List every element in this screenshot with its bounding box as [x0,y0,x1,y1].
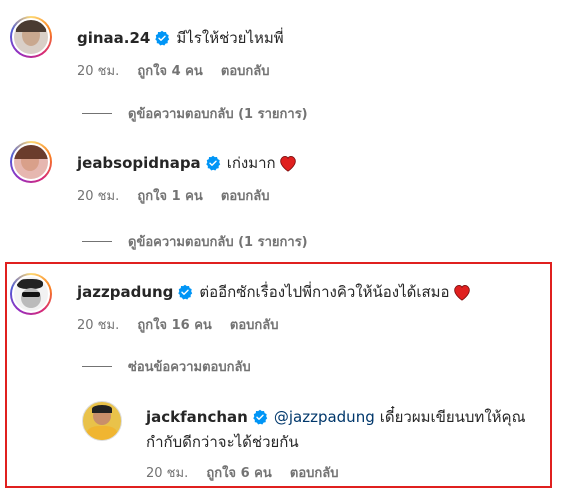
heart-icon [279,156,296,172]
mention-link[interactable]: @jazzpadung [274,408,375,426]
divider-dash [82,113,112,114]
comment-time: 20 ชม. [77,318,120,333]
divider-dash [82,366,112,367]
heart-icon [453,285,470,301]
reply-text-line2: กำกับดีกว่าจะได้ช่วยกัน [146,433,299,451]
reply-text-line1: เดี๋ยวผมเขียนบทให้คุณ [379,408,526,426]
comment-time: 20 ชม. [77,189,120,204]
reply-button[interactable]: ตอบกลับ [221,189,270,204]
hide-replies-button[interactable]: ซ่อนข้อความตอบกลับ [82,356,251,377]
comment-username[interactable]: jeabsopidnapa [77,154,201,172]
avatar[interactable] [10,273,52,315]
comment-text: ต่ออีกซักเรื่องไปพี่กางคิวให้น้องได้เสมอ [199,283,450,301]
view-replies-button[interactable]: ดูข้อความตอบกลับ (1 รายการ) [82,103,308,124]
comment-text: เก่งมาก [226,154,276,172]
comment-username[interactable]: jazzpadung [77,283,173,301]
view-replies-label: ดูข้อความตอบกลับ (1 รายการ) [128,107,308,122]
reply-button[interactable]: ตอบกลับ [230,318,279,333]
comment-username[interactable]: ginaa.24 [77,29,150,47]
likes-count[interactable]: ถูกใจ 4 คน [137,64,202,79]
reply-username[interactable]: jackfanchan [146,408,248,426]
verified-badge-icon [178,284,193,300]
reply-button[interactable]: ตอบกลับ [290,466,339,481]
avatar[interactable] [82,401,122,441]
verified-badge-icon [155,30,170,46]
verified-badge-icon [205,155,220,171]
divider-dash [82,241,112,242]
reply-button[interactable]: ตอบกลับ [221,64,270,79]
hide-replies-label: ซ่อนข้อความตอบกลับ [128,360,251,375]
view-replies-button[interactable]: ดูข้อความตอบกลับ (1 รายการ) [82,231,308,252]
comment-time: 20 ชม. [77,64,120,79]
likes-count[interactable]: ถูกใจ 1 คน [137,189,202,204]
view-replies-label: ดูข้อความตอบกลับ (1 รายการ) [128,235,308,250]
comment-text: มีไรให้ช่วยไหมพี่ [176,29,284,47]
avatar[interactable] [10,141,52,183]
likes-count[interactable]: ถูกใจ 16 คน [137,318,211,333]
reply-time: 20 ชม. [146,466,189,481]
likes-count[interactable]: ถูกใจ 6 คน [206,466,271,481]
verified-badge-icon [253,409,268,425]
avatar[interactable] [10,16,52,58]
